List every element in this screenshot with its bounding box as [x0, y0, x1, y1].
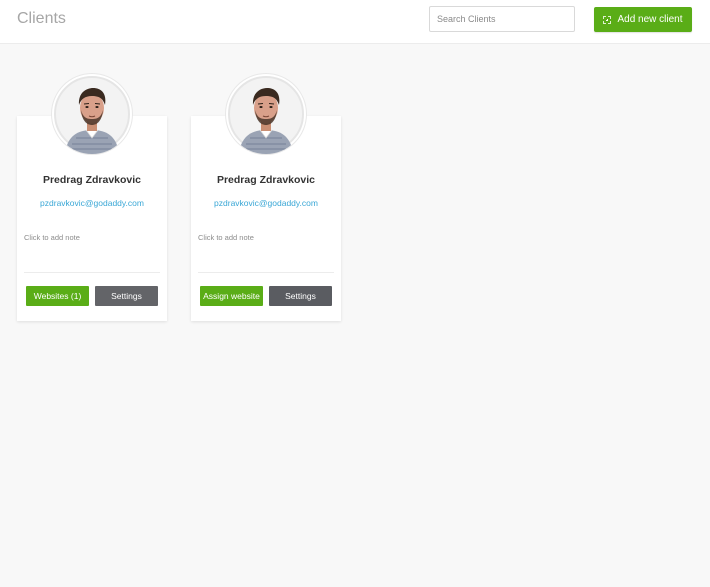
- add-new-client-button[interactable]: Add new client: [594, 7, 692, 32]
- add-square-icon: [603, 15, 612, 24]
- client-email-link[interactable]: pzdravkovic@godaddy.com: [191, 198, 341, 208]
- client-name: Predrag Zdravkovic: [42, 174, 142, 186]
- add-note[interactable]: Click to add note: [198, 233, 254, 242]
- add-note[interactable]: Click to add note: [24, 233, 80, 242]
- client-email-link[interactable]: pzdravkovic@godaddy.com: [17, 198, 167, 208]
- websites-button[interactable]: Websites (1): [26, 286, 89, 306]
- settings-button[interactable]: Settings: [269, 286, 332, 306]
- client-name: Predrag Zdravkovic: [216, 174, 316, 186]
- search-input[interactable]: [429, 6, 575, 32]
- top-bar: Clients Add new client: [0, 0, 710, 44]
- divider: [198, 272, 334, 273]
- page-title: Clients: [17, 10, 66, 27]
- avatar[interactable]: [226, 74, 306, 154]
- client-card: Predrag Zdravkovic pzdravkovic@godaddy.c…: [17, 74, 167, 321]
- settings-button[interactable]: Settings: [95, 286, 158, 306]
- avatar[interactable]: [52, 74, 132, 154]
- add-new-client-label: Add new client: [617, 14, 683, 25]
- client-card: Predrag Zdravkovic pzdravkovic@godaddy.c…: [191, 74, 341, 321]
- assign-website-button[interactable]: Assign website: [200, 286, 263, 306]
- divider: [24, 272, 160, 273]
